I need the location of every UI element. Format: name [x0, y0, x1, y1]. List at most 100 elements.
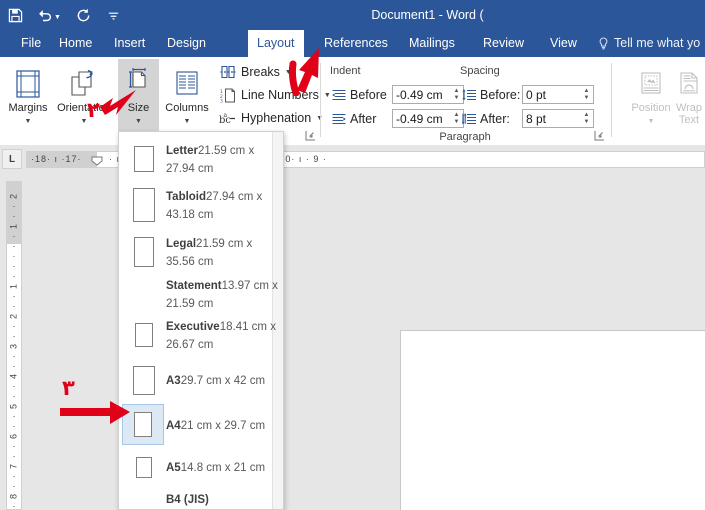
vruler-dot: · [12, 231, 16, 241]
menu-item-name: A3 [166, 375, 181, 387]
customize-quick-access-icon[interactable] [98, 2, 128, 28]
indent-before-row: Before -0.49 cm ▲ ▼ [330, 84, 464, 105]
undo-icon[interactable]: ▼ [30, 2, 68, 28]
menu-item-name: Statement [166, 280, 222, 292]
spacing-before-row: Before: 0 pt ▲ ▼ [460, 84, 594, 105]
ruler-ticks-left: ·18· ı ·17· [31, 154, 82, 164]
page-thumb-icon [134, 412, 152, 437]
indent-before-label: Before [350, 87, 387, 102]
hyphenation-button[interactable]: bca Hyphenation ▼ [218, 107, 323, 129]
tab-design[interactable]: Design [158, 30, 215, 57]
wrap-text-button[interactable]: Wrap Text [668, 59, 705, 135]
vruler-dot: · [12, 261, 16, 271]
tab-stop-selector[interactable]: L [2, 149, 22, 169]
margins-button[interactable]: Margins ▼ [2, 59, 54, 135]
spacing-after-icon [460, 112, 477, 125]
spacing-before-icon [460, 88, 477, 101]
spacing-before-stepper[interactable]: ▲ ▼ [580, 86, 593, 103]
breaks-icon [218, 65, 238, 79]
menu-item-b4-jis[interactable]: B4 (JIS) [122, 488, 282, 509]
svg-text:a: a [224, 112, 228, 119]
hyphenation-label: Hyphenation [241, 111, 312, 125]
vertical-ruler[interactable]: 2··1·····1··2··3··4··5··6··7··8·· [6, 181, 22, 510]
menu-item-executive[interactable]: Executive18.41 cm x 26.67 cm [122, 313, 282, 357]
columns-dropdown-caret[interactable]: ▼ [184, 118, 191, 125]
svg-text:3: 3 [220, 98, 223, 103]
spacing-after-row: After: 8 pt ▲ ▼ [460, 108, 594, 129]
redo-icon[interactable] [68, 2, 98, 28]
position-dropdown-caret[interactable]: ▼ [648, 118, 655, 125]
line-numbers-icon: 123 [218, 88, 238, 103]
indent-after-label: After [350, 111, 377, 126]
page-thumb-icon [133, 188, 155, 222]
indent-after-input[interactable]: -0.49 cm ▲ ▼ [392, 109, 464, 128]
tell-me-search[interactable]: Tell me what yo [598, 30, 700, 57]
menu-item-a5[interactable]: A514.8 cm x 21 cm [122, 446, 282, 488]
breaks-button[interactable]: Breaks ▼ [218, 61, 292, 83]
menu-item-name: Legal [166, 238, 197, 250]
indent-marker-icon[interactable] [91, 156, 103, 167]
spacing-after-label: After: [480, 111, 510, 126]
ribbon-tab-strip: File Home Insert Design Layout Reference… [0, 30, 705, 57]
document-page[interactable] [400, 330, 705, 510]
page-setup-dialog-launcher[interactable] [305, 130, 316, 141]
page-thumb-icon [134, 237, 154, 267]
wrap-text-label2: Text [678, 114, 700, 126]
letter-thumb-wrap [122, 146, 166, 172]
page-thumb-icon [133, 365, 155, 395]
menu-item-name: B4 (JIS) [166, 494, 209, 506]
indent-before-input[interactable]: -0.49 cm ▲ ▼ [392, 85, 464, 104]
a3-thumb-wrap [122, 365, 166, 395]
spacing-after-input[interactable]: 8 pt ▲ ▼ [522, 109, 594, 128]
annotation-arrow-layout-tab [285, 46, 337, 101]
tab-mailings[interactable]: Mailings [400, 30, 464, 57]
menu-item-dims: 21 cm x 29.7 cm [180, 419, 266, 432]
size-dropdown-menu[interactable]: Letter21.59 cm x 27.94 cm Tabloid27.94 c… [118, 131, 284, 510]
menu-item-a4[interactable]: A421 cm x 29.7 cm [122, 403, 282, 446]
columns-icon [159, 59, 215, 99]
menu-item-statement[interactable]: Statement13.97 cm x 21.59 cm [122, 275, 282, 313]
vruler-dot: · [12, 201, 16, 211]
indent-before-value: -0.49 cm [396, 87, 443, 102]
undo-dropdown-caret[interactable]: ▼ [54, 14, 61, 21]
annotation-step-3: ۳ [62, 376, 75, 400]
paragraph-dialog-launcher[interactable] [594, 130, 605, 141]
indent-right-icon [330, 113, 347, 125]
save-icon[interactable] [0, 2, 30, 28]
wrap-text-icon [668, 59, 705, 99]
margins-icon [2, 59, 54, 99]
tab-home[interactable]: Home [50, 30, 101, 57]
menu-item-name: Letter [166, 145, 198, 157]
menu-item-name: A5 [166, 462, 181, 474]
executive-thumb-wrap [122, 323, 166, 347]
spacing-after-value: 8 pt [526, 111, 547, 126]
tell-me-label: Tell me what yo [614, 36, 701, 50]
menu-item-name: Tabloid [166, 191, 207, 203]
spacing-after-stepper[interactable]: ▲ ▼ [580, 110, 593, 127]
margins-dropdown-caret[interactable]: ▼ [25, 118, 32, 125]
document-workspace: L ·18· ı ·17· · ı ·15· ı ·14· ı ·13· ı ·… [0, 145, 705, 510]
columns-label: Columns [165, 102, 209, 114]
menu-item-name: Executive [166, 321, 220, 333]
tab-file[interactable]: File [12, 30, 50, 57]
tab-review[interactable]: Review [474, 30, 533, 57]
spacing-before-label: Before: [480, 87, 521, 102]
page-thumb-icon [136, 456, 152, 478]
page-thumb-icon [134, 146, 154, 172]
columns-button[interactable]: Columns ▼ [159, 59, 215, 135]
vruler-dot: · [12, 471, 16, 481]
menu-item-letter[interactable]: Letter21.59 cm x 27.94 cm [122, 137, 282, 181]
wrap-text-label: Wrap [675, 102, 703, 114]
breaks-label: Breaks [241, 65, 280, 79]
vruler-dot: · [12, 381, 16, 391]
hyphenation-icon: bc a [218, 111, 238, 125]
menu-item-a3[interactable]: A329.7 cm x 42 cm [122, 357, 282, 403]
quick-access-toolbar: ▼ [0, 0, 128, 30]
vruler-dot: · [12, 441, 16, 451]
menu-item-tabloid[interactable]: Tabloid27.94 cm x 43.18 cm [122, 181, 282, 229]
tab-insert[interactable]: Insert [105, 30, 154, 57]
tab-view[interactable]: View [541, 30, 586, 57]
spacing-before-input[interactable]: 0 pt ▲ ▼ [522, 85, 594, 104]
title-bar: Document1 - Word ( ▼ [0, 0, 705, 30]
menu-item-legal[interactable]: Legal21.59 cm x 35.56 cm [122, 229, 282, 275]
